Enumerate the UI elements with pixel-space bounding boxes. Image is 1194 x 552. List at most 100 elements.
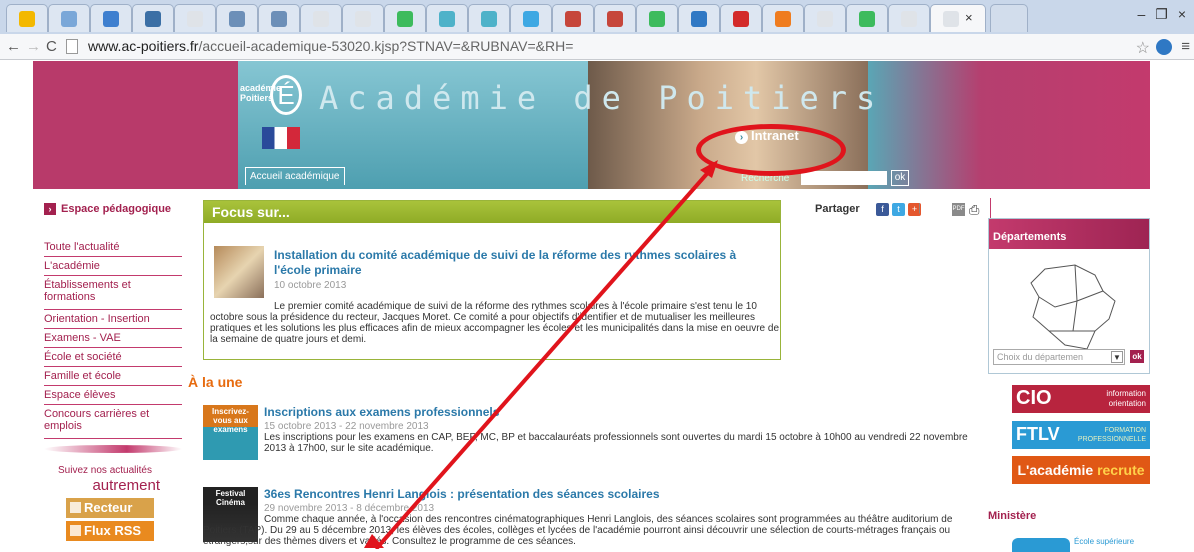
- departement-select[interactable]: Choix du départemen ▼: [993, 349, 1125, 365]
- nav-decoration: [44, 445, 182, 453]
- left-nav-item[interactable]: Famille et école: [44, 367, 182, 386]
- left-nav-item[interactable]: Concours carrières et emplois: [44, 405, 182, 439]
- accueil-academique-tab[interactable]: Accueil académique: [245, 167, 345, 185]
- browser-tab[interactable]: [258, 4, 300, 32]
- left-nav-item[interactable]: Toute l'actualité: [44, 238, 182, 257]
- browser-tab[interactable]: [720, 4, 762, 32]
- news-thumbnail-text: Inscrivez-vous aux examens: [212, 407, 249, 434]
- search-ok-button[interactable]: ok: [891, 170, 909, 186]
- new-tab-button[interactable]: [990, 4, 1028, 32]
- search-input[interactable]: [801, 171, 887, 185]
- focus-box: Focus sur... Installation du comité acad…: [203, 200, 781, 360]
- browser-tab[interactable]: [552, 4, 594, 32]
- recteur-button[interactable]: Recteur: [66, 498, 154, 518]
- left-nav-item[interactable]: Espace élèves: [44, 386, 182, 405]
- news-title[interactable]: Inscriptions aux examens professionnels: [264, 405, 499, 419]
- left-nav-item[interactable]: L'académie: [44, 257, 182, 276]
- menu-icon[interactable]: ≡: [1181, 38, 1190, 55]
- esen-label: École supérieure: [1074, 537, 1135, 546]
- alaune-heading: À la une: [188, 374, 243, 390]
- cio-banner[interactable]: CIO information orientation: [1012, 385, 1150, 413]
- url-path: /accueil-academique-53020.kjsp?STNAV=&RU…: [198, 38, 574, 54]
- circle-icon: [481, 11, 497, 27]
- page-icon: [66, 39, 78, 54]
- reload-icon[interactable]: C: [46, 38, 57, 55]
- left-nav-item[interactable]: École et société: [44, 348, 182, 367]
- banner-right-block: [868, 61, 1150, 189]
- back-icon[interactable]: ←: [6, 38, 21, 55]
- news-thumbnail[interactable]: Inscrivez-vous aux examens: [203, 405, 258, 460]
- close-tab-icon[interactable]: ×: [965, 10, 973, 25]
- browser-tab[interactable]: [510, 4, 552, 32]
- browser-tab[interactable]: [804, 4, 846, 32]
- news-date: 29 novembre 2013 - 8 décembre 2013: [264, 503, 435, 514]
- active-browser-tab[interactable]: ×: [930, 4, 986, 32]
- photo-icon: [61, 11, 77, 27]
- focus-date: 10 octobre 2013: [274, 280, 347, 291]
- focus-header: Focus sur...: [204, 201, 780, 223]
- news-title[interactable]: 36es Rencontres Henri Langlois : présent…: [264, 487, 660, 501]
- circle-icon: [439, 11, 455, 27]
- print-icon[interactable]: ⎙: [969, 202, 979, 218]
- browser-tab[interactable]: [846, 4, 888, 32]
- departements-map[interactable]: [1025, 261, 1121, 353]
- browser-tab[interactable]: [762, 4, 804, 32]
- address-bar[interactable]: www.ac-poitiers.fr/accueil-academique-53…: [88, 38, 573, 54]
- browser-tab[interactable]: [132, 4, 174, 32]
- academy-logo[interactable]: académie Poitiers É: [240, 75, 302, 127]
- browser-tab[interactable]: [678, 4, 720, 32]
- browser-tab[interactable]: [384, 4, 426, 32]
- focus-thumbnail[interactable]: [214, 246, 264, 298]
- browser-toolbar: ← → C www.ac-poitiers.fr/accueil-academi…: [0, 34, 1194, 60]
- tab-strip: ×: [0, 0, 1194, 34]
- browser-tab[interactable]: [48, 4, 90, 32]
- window-controls: – ❐ ×: [1137, 6, 1186, 23]
- browser-tab[interactable]: [174, 4, 216, 32]
- facebook-icon[interactable]: f: [876, 203, 889, 216]
- departement-ok-button[interactable]: ok: [1130, 350, 1144, 363]
- browser-tab[interactable]: [594, 4, 636, 32]
- browser-tab[interactable]: [216, 4, 258, 32]
- browser-tab[interactable]: [426, 4, 468, 32]
- autrement-label: autrement: [92, 477, 160, 494]
- maximize-icon[interactable]: ❐: [1155, 6, 1168, 23]
- browser-tab[interactable]: [300, 4, 342, 32]
- focus-text: Le premier comité académique de suivi de…: [210, 301, 780, 345]
- departements-box: Départements Choix du départemen ▼ ok: [988, 218, 1150, 374]
- focus-title[interactable]: Installation du comité académique de sui…: [274, 248, 774, 278]
- forward-icon[interactable]: →: [26, 38, 41, 55]
- share-separator: |: [918, 202, 921, 214]
- browser-tab[interactable]: [342, 4, 384, 32]
- republique-flag-logo: [262, 127, 300, 149]
- recrute-text-b: recrute: [1097, 462, 1145, 478]
- drive-icon: [397, 11, 413, 27]
- minimize-icon[interactable]: –: [1137, 6, 1145, 23]
- record-icon: [565, 11, 581, 27]
- url-host: www.ac-poitiers.fr: [88, 38, 199, 54]
- pdf-icon[interactable]: PDF: [952, 203, 965, 216]
- close-window-icon[interactable]: ×: [1177, 6, 1186, 23]
- extension-icon[interactable]: [1156, 39, 1172, 55]
- page-icon: [313, 11, 329, 27]
- recrute-banner[interactable]: L'académie recrute: [1012, 456, 1150, 484]
- browser-tab[interactable]: [468, 4, 510, 32]
- esen-banner[interactable]: École supérieure: [1012, 534, 1150, 552]
- page-icon: [187, 11, 203, 27]
- browser-tab[interactable]: [6, 4, 48, 32]
- drive-icon: [859, 11, 875, 27]
- bookmark-star-icon[interactable]: ☆: [1136, 38, 1150, 58]
- left-nav-item[interactable]: Examens - VAE: [44, 329, 182, 348]
- ftlv-subtitle: FORMATION PROFESSIONNELLE: [1077, 427, 1146, 443]
- browser-tab[interactable]: [636, 4, 678, 32]
- departements-heading: Départements: [989, 219, 1149, 249]
- espace-pedagogique-link[interactable]: › Espace pédagogique: [44, 203, 171, 215]
- page-icon: [355, 11, 371, 27]
- left-nav-item[interactable]: Établissements et formations: [44, 276, 182, 310]
- arrow-right-icon: ›: [44, 203, 56, 215]
- left-nav-item[interactable]: Orientation - Insertion: [44, 310, 182, 329]
- ftlv-banner[interactable]: FTLV FORMATION PROFESSIONNELLE: [1012, 421, 1150, 449]
- browser-tab[interactable]: [90, 4, 132, 32]
- twitter-icon[interactable]: t: [892, 203, 905, 216]
- rss-button[interactable]: Flux RSS: [66, 521, 154, 541]
- browser-tab[interactable]: [888, 4, 930, 32]
